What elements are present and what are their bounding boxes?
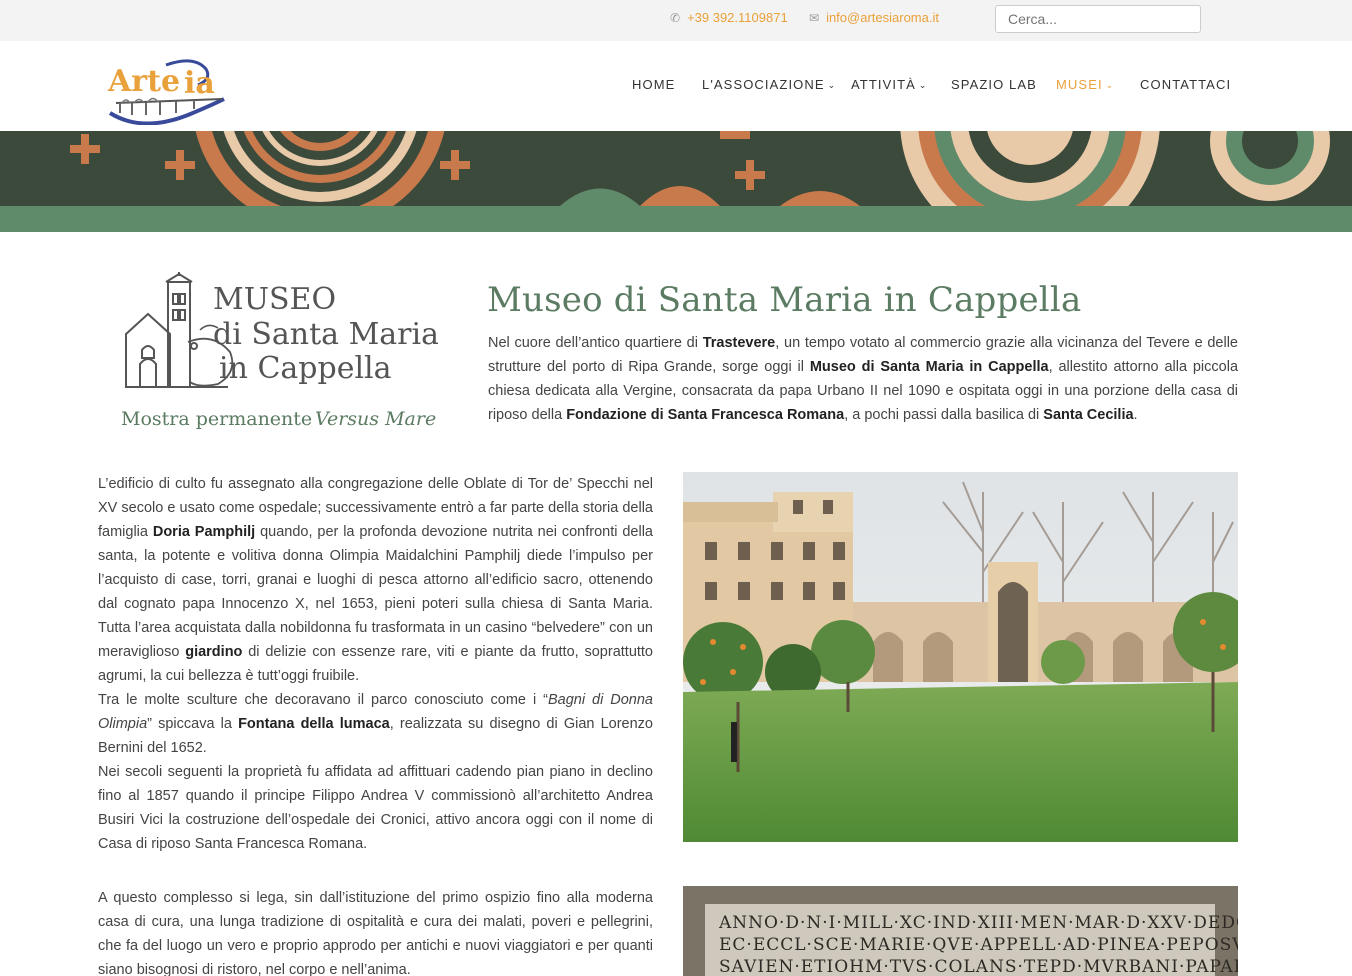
svg-text:SAVIEN·ETIOHM·TVS·COLANS·TEPD·: SAVIEN·ETIOHM·TVS·COLANS·TEPD·MVRBANI·PA… bbox=[719, 957, 1238, 976]
museum-logo-tagline-italic: Versus Mare bbox=[315, 408, 436, 430]
envelope-icon: ✉ bbox=[809, 10, 820, 25]
nav-spazio-lab[interactable]: SPAZIO LAB bbox=[951, 77, 1037, 92]
nav-musei-label: MUSEI bbox=[1056, 77, 1103, 92]
phone-icon: ✆ bbox=[670, 10, 681, 25]
museum-logo: MUSEO di Santa Maria in Cappella Mostra … bbox=[118, 272, 439, 437]
nav-contattaci-label: CONTATTACI bbox=[1140, 77, 1232, 92]
history-paragraph-2: Tra le molte sculture che decoravano il … bbox=[98, 692, 653, 756]
svg-text:ia: ia bbox=[184, 66, 215, 101]
hospitality-text: A questo complesso si lega, sin dall’ist… bbox=[98, 886, 653, 976]
search-input[interactable] bbox=[995, 5, 1201, 33]
nav-associazione[interactable]: L'ASSOCIAZIONE ⌄ bbox=[702, 77, 836, 92]
chevron-down-icon: ⌄ bbox=[827, 80, 837, 90]
nav-contattaci[interactable]: CONTATTACI bbox=[1140, 77, 1231, 92]
email-address: info@artesiaroma.it bbox=[826, 10, 939, 25]
site-header: Arte ia HOME L'ASSOCIAZIONE ⌄ ATTIVITÀ ⌄ S… bbox=[0, 41, 1352, 131]
history-paragraph-1: L’edificio di culto fu assegnato alla co… bbox=[98, 476, 653, 684]
phone-number: +39 392.1109871 bbox=[687, 10, 788, 25]
history-paragraph-3: Nei secoli seguenti la proprietà fu affi… bbox=[98, 764, 653, 852]
chevron-down-icon: ⌄ bbox=[918, 80, 928, 90]
garden-photo bbox=[683, 472, 1238, 842]
artesia-logo[interactable]: Arte ia bbox=[102, 49, 230, 125]
svg-text:Arte: Arte bbox=[107, 64, 180, 99]
inscription-photo: ANNO·D·N·I·MILL·XC·IND·XIII·MEN·MAR·D·XX… bbox=[683, 886, 1238, 976]
nav-attivita-label: ATTIVITÀ bbox=[851, 77, 916, 92]
phone-link[interactable]: ✆ +39 392.1109871 bbox=[670, 10, 788, 25]
nav-attivita[interactable]: ATTIVITÀ ⌄ bbox=[851, 77, 928, 92]
intro-paragraph: Nel cuore dell’antico quartiere di Trast… bbox=[488, 335, 1239, 423]
chevron-down-icon: ⌄ bbox=[1105, 80, 1115, 90]
museum-logo-line2: di Santa Maria bbox=[213, 317, 438, 352]
museum-logo-tagline: Mostra permanente bbox=[121, 408, 312, 430]
top-bar: ✆ +39 392.1109871 ✉ info@artesiaroma.it bbox=[0, 0, 1352, 41]
museum-logo-line3: in Cappella bbox=[219, 351, 392, 386]
museum-logo-line1: MUSEO bbox=[213, 282, 336, 317]
nav-home-label: HOME bbox=[632, 77, 676, 92]
hospitality-paragraph: A questo complesso si lega, sin dall’ist… bbox=[98, 890, 653, 976]
page-title: Museo di Santa Maria in Cappella bbox=[487, 280, 1082, 320]
nav-spazio-lab-label: SPAZIO LAB bbox=[951, 77, 1037, 92]
nav-associazione-label: L'ASSOCIAZIONE bbox=[702, 77, 825, 92]
email-link[interactable]: ✉ info@artesiaroma.it bbox=[809, 10, 939, 25]
history-text: L’edificio di culto fu assegnato alla co… bbox=[98, 472, 653, 856]
svg-text:EC·ECCL·SCE·MARIE·QVE·APPELL·A: EC·ECCL·SCE·MARIE·QVE·APPELL·AD·PINEA·PE… bbox=[719, 935, 1238, 955]
svg-text:ANNO·D·N·I·MILL·XC·IND·XIII·ME: ANNO·D·N·I·MILL·XC·IND·XIII·MEN·MAR·D·XX… bbox=[718, 913, 1238, 933]
nav-home[interactable]: HOME bbox=[632, 77, 675, 92]
decorative-banner bbox=[0, 131, 1352, 232]
nav-musei[interactable]: MUSEI ⌄ bbox=[1056, 77, 1114, 92]
